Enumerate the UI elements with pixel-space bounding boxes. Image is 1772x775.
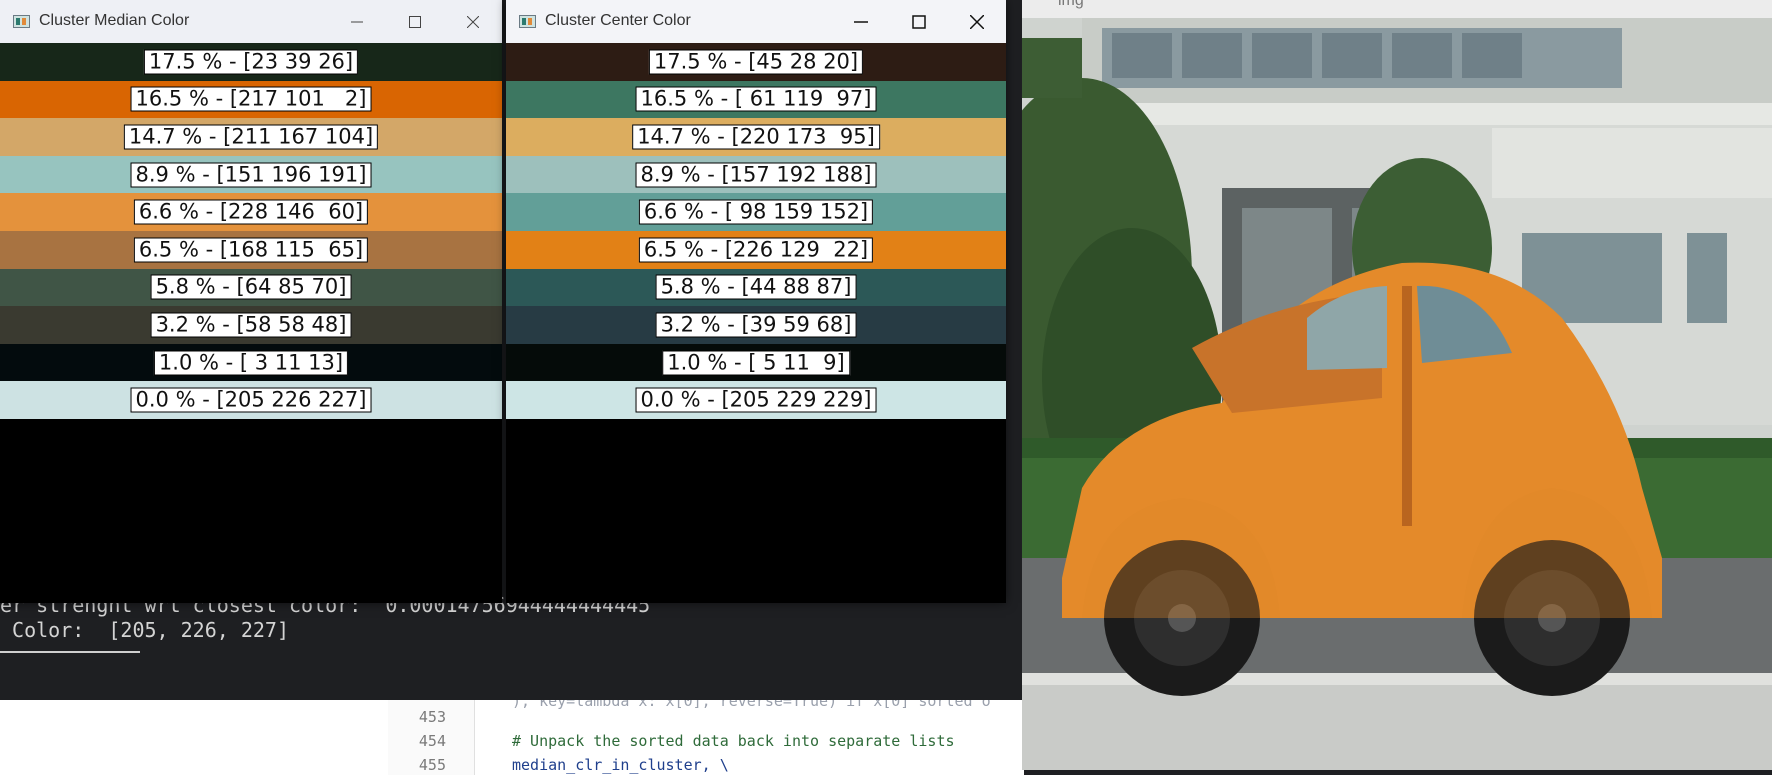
color-bar: 17.5 % - [23 39 26] — [0, 43, 502, 81]
window-title: Cluster Median Color — [39, 12, 190, 29]
color-bar-label: 6.5 % - [226 129 22] — [638, 237, 874, 263]
minimize-icon — [351, 21, 363, 22]
color-bar: 14.7 % - [220 173 95] — [506, 118, 1006, 156]
color-bar: 8.9 % - [151 196 191] — [0, 155, 502, 194]
color-bar: 17.5 % - [45 28 20] — [506, 43, 1006, 81]
line-number-gutter: 453 454 455 — [388, 700, 475, 775]
img-window-titlebar[interactable]: img — [1022, 0, 1772, 19]
color-bar: 6.6 % - [228 146 60] — [0, 193, 502, 231]
color-bar: 5.8 % - [44 88 87] — [506, 268, 1006, 307]
app-icon — [13, 15, 30, 28]
color-bar: 1.0 % - [ 3 11 13] — [0, 343, 502, 382]
color-bar: 0.0 % - [205 229 229] — [506, 381, 1006, 419]
color-bar-label: 16.5 % - [ 61 119 97] — [635, 86, 877, 112]
app-icon — [519, 15, 536, 28]
close-icon — [970, 14, 984, 29]
color-bar-label: 6.6 % - [ 98 159 152] — [638, 199, 874, 225]
window-title: Cluster Center Color — [545, 12, 691, 29]
close-button[interactable] — [948, 0, 1006, 43]
color-bar-label: 0.0 % - [205 229 229] — [635, 387, 877, 413]
color-bar-label: 8.9 % - [157 192 188] — [635, 162, 877, 188]
color-bar-label: 14.7 % - [211 167 104] — [123, 124, 379, 150]
color-bar: 3.2 % - [58 58 48] — [0, 306, 502, 344]
cluster-median-window[interactable]: Cluster Median Color 17.5 % - [23 39 26]… — [0, 0, 502, 603]
color-bar: 8.9 % - [157 192 188] — [506, 155, 1006, 194]
color-bar: 16.5 % - [ 61 119 97] — [506, 80, 1006, 119]
color-bar-label: 17.5 % - [23 39 26] — [143, 49, 359, 75]
color-bar-label: 6.5 % - [168 115 65] — [133, 237, 369, 263]
color-bar: 16.5 % - [217 101 2] — [0, 80, 502, 119]
color-bar: 6.5 % - [226 129 22] — [506, 230, 1006, 269]
color-bar: 1.0 % - [ 5 11 9] — [506, 343, 1006, 382]
color-bar-label: 16.5 % - [217 101 2] — [130, 86, 372, 112]
maximize-icon — [409, 15, 421, 28]
center-color-bars: 17.5 % - [45 28 20] 16.5 % - [ 61 119 97]… — [506, 43, 1006, 419]
maximize-button[interactable] — [890, 0, 948, 43]
color-bar: 6.6 % - [ 98 159 152] — [506, 193, 1006, 231]
minimize-button[interactable] — [832, 0, 890, 43]
color-bar: 14.7 % - [211 167 104] — [0, 118, 502, 156]
code-editor[interactable]: ), key=lambda x: x[0], reverse=True) if … — [0, 700, 1024, 775]
color-bar-label: 14.7 % - [220 173 95] — [632, 124, 880, 150]
line-number: 454 — [418, 732, 446, 750]
code-line-partial: ), key=lambda x: x[0], reverse=True) if … — [512, 700, 991, 710]
terminal-cursor-underline — [0, 651, 140, 653]
color-bar-label: 5.8 % - [44 88 87] — [655, 274, 857, 300]
minimize-button[interactable] — [328, 0, 386, 43]
color-bar-label: 1.0 % - [ 3 11 13] — [153, 350, 349, 376]
color-bar-label: 3.2 % - [39 59 68] — [655, 312, 857, 338]
color-bar-label: 8.9 % - [151 196 191] — [130, 162, 372, 188]
center-window-titlebar[interactable]: Cluster Center Color — [506, 0, 1006, 44]
median-color-bars: 17.5 % - [23 39 26] 16.5 % - [217 101 2] 1… — [0, 43, 502, 419]
car-photo — [1022, 18, 1772, 770]
code-line: median_clr_in_cluster, \ — [512, 756, 729, 774]
color-bar-label: 17.5 % - [45 28 20] — [648, 49, 864, 75]
close-button[interactable] — [444, 0, 502, 43]
code-line-comment: # Unpack the sorted data back into separ… — [512, 732, 955, 750]
color-bar: 5.8 % - [64 85 70] — [0, 268, 502, 307]
color-bar-label: 3.2 % - [58 58 48] — [150, 312, 352, 338]
color-bar: 6.5 % - [168 115 65] — [0, 230, 502, 269]
cluster-center-window[interactable]: Cluster Center Color 17.5 % - [45 28 20]… — [506, 0, 1006, 603]
img-window[interactable]: img — [1022, 0, 1772, 770]
median-window-titlebar[interactable]: Cluster Median Color — [0, 0, 502, 44]
minimize-icon — [854, 20, 868, 23]
line-number: 453 — [418, 708, 446, 726]
color-bar: 3.2 % - [39 59 68] — [506, 306, 1006, 344]
color-bar-label: 6.6 % - [228 146 60] — [133, 199, 369, 225]
maximize-button[interactable] — [386, 0, 444, 43]
color-bar-label: 5.8 % - [64 85 70] — [150, 274, 352, 300]
maximize-icon — [912, 14, 926, 29]
close-icon — [467, 15, 479, 28]
color-bar-label: 0.0 % - [205 226 227] — [130, 387, 372, 413]
color-bar-label: 1.0 % - [ 5 11 9] — [662, 350, 850, 376]
window-title: img — [1058, 0, 1084, 9]
terminal-line-2: Color: [205, 226, 227] — [0, 618, 289, 642]
color-bar: 0.0 % - [205 226 227] — [0, 381, 502, 419]
line-number: 455 — [418, 756, 446, 774]
